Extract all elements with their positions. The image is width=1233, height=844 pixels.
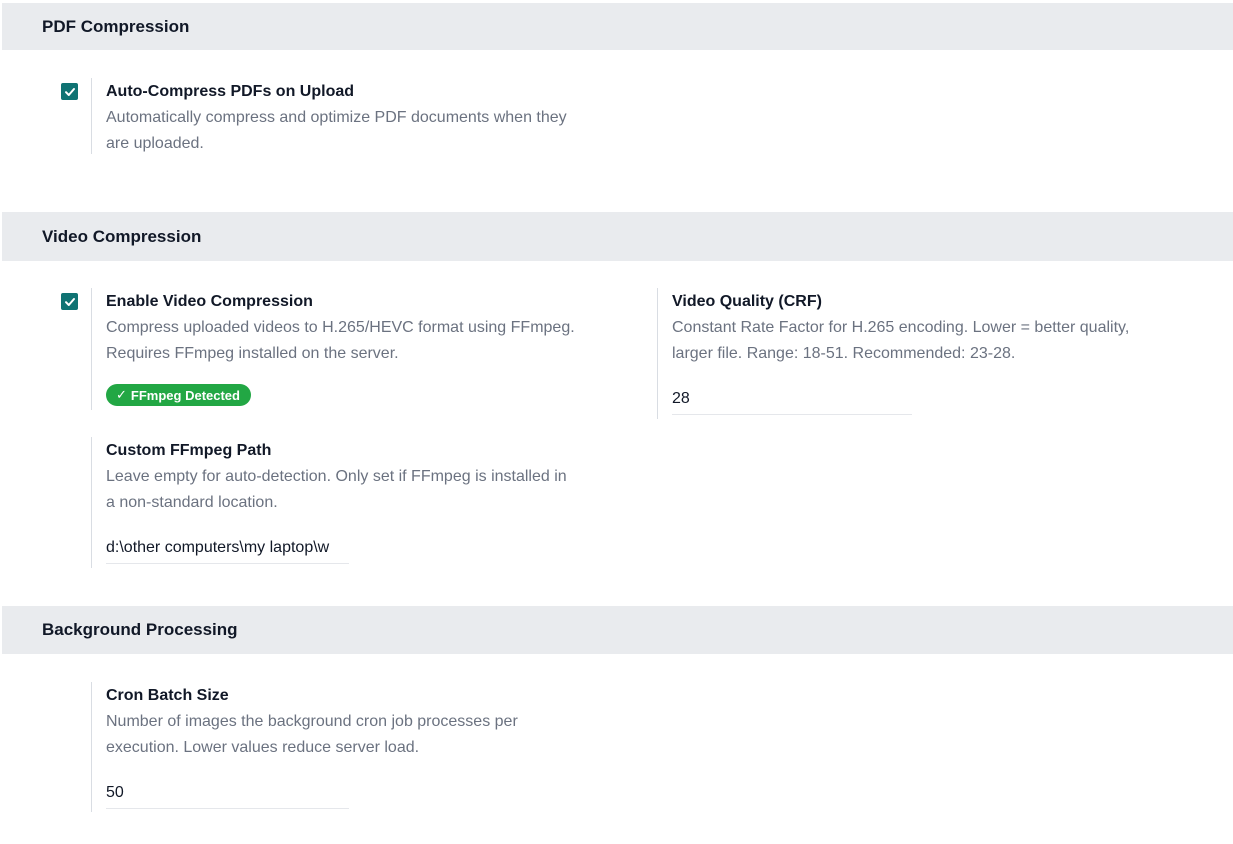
description-line: Compress uploaded videos to H.265/HEVC f… [106,319,575,336]
description-line: execution. Lower values reduce server lo… [106,738,420,756]
setting-cron-batch-size: Cron Batch Size Number of images the bac… [91,682,611,812]
description-line: Leave empty for auto-detection. Only set… [106,468,567,485]
check-icon [64,297,75,306]
setting-title: Enable Video Compression [106,293,313,310]
description-line: Number of images the background cron job… [106,713,518,730]
check-icon [64,87,75,96]
setting-description: Compress uploaded videos to H.265/HEVC f… [106,315,611,366]
badge-label: FFmpeg Detected [130,387,240,403]
description-line: Requires FFmpeg installed on the server. [106,344,399,362]
enable-video-compression-checkbox[interactable] [61,293,78,310]
ffmpeg-path-input[interactable] [106,536,349,564]
video-quality-input[interactable] [672,387,912,415]
setting-title: Cron Batch Size [106,687,229,704]
setting-description: Number of images the background cron job… [106,709,611,760]
setting-custom-ffmpeg-path: Custom FFmpeg Path Leave empty for auto-… [91,437,611,568]
setting-title: Custom FFmpeg Path [106,442,272,459]
section-header-background-processing: Background Processing [2,606,1233,654]
description-line: are uploaded. [106,134,204,152]
description-line: Constant Rate Factor for H.265 encoding.… [672,319,1130,336]
setting-description: Leave empty for auto-detection. Only set… [106,464,611,515]
description-line: a non-standard location. [106,493,278,511]
setting-description: Constant Rate Factor for H.265 encoding.… [672,315,1197,366]
setting-title: Video Quality (CRF) [672,293,822,310]
section-title: PDF Compression [42,16,190,36]
section-title: Video Compression [42,226,202,246]
description-line: larger file. Range: 18-51. Recommended: … [672,344,1016,362]
section-header-pdf-compression: PDF Compression [2,3,1233,50]
description-line: Automatically compress and optimize PDF … [106,109,567,126]
setting-auto-compress-pdf: Auto-Compress PDFs on Upload Automatical… [91,78,611,154]
auto-compress-pdf-checkbox[interactable] [61,83,78,100]
settings-page: PDF Compression Auto-Compress PDFs on Up… [2,0,1233,844]
section-title: Background Processing [42,620,238,639]
ffmpeg-detected-badge: ✓ FFmpeg Detected [106,384,251,406]
section-header-video-compression: Video Compression [2,212,1233,261]
setting-title: Auto-Compress PDFs on Upload [106,83,355,100]
checkmark-icon: ✓ [116,387,127,402]
cron-batch-size-input[interactable] [106,781,349,809]
setting-video-quality: Video Quality (CRF) Constant Rate Factor… [657,288,1197,419]
setting-description: Automatically compress and optimize PDF … [106,105,611,156]
setting-enable-video-compression: Enable Video Compression Compress upload… [91,288,611,410]
